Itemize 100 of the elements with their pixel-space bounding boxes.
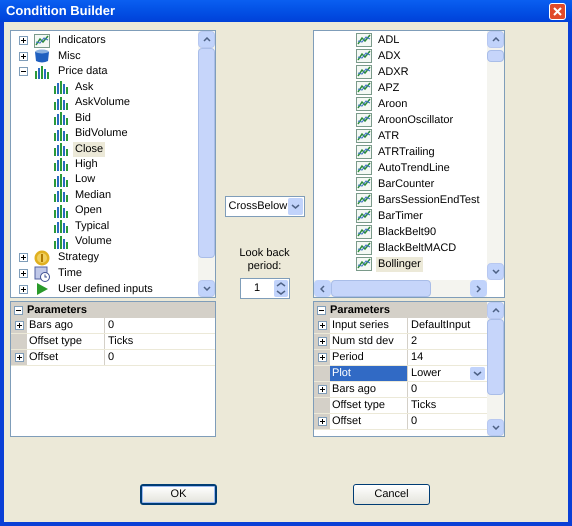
- property-name[interactable]: Offset type: [330, 398, 408, 413]
- scroll-down-button[interactable]: [198, 280, 215, 297]
- property-name[interactable]: Offset: [330, 414, 408, 429]
- expand-toggle[interactable]: [19, 52, 28, 61]
- line-chart-icon: [356, 33, 372, 47]
- vertical-scrollbar[interactable]: [487, 302, 504, 436]
- property-name[interactable]: Bars ago: [330, 382, 408, 397]
- scroll-right-button[interactable]: [470, 280, 487, 297]
- property-name[interactable]: Period: [330, 350, 408, 365]
- tree-item[interactable]: Time: [56, 266, 84, 282]
- list-item[interactable]: ADX: [376, 48, 403, 64]
- horizontal-scrollbar[interactable]: [314, 280, 487, 297]
- tree-item[interactable]: AskVolume: [73, 95, 132, 110]
- vertical-scrollbar[interactable]: [198, 31, 215, 297]
- list-item[interactable]: APZ: [376, 80, 402, 96]
- property-name[interactable]: Num std dev: [330, 334, 408, 349]
- list-item[interactable]: ATRTrailing: [376, 144, 437, 160]
- list-item[interactable]: BlackBelt90: [376, 224, 438, 240]
- property-name[interactable]: Bars ago: [27, 318, 105, 333]
- property-value[interactable]: DefaultInput: [411, 318, 485, 333]
- list-item[interactable]: Bollinger: [376, 256, 423, 272]
- expand-toggle[interactable]: [19, 253, 28, 262]
- collapse-toggle[interactable]: [19, 67, 28, 76]
- property-value[interactable]: 0: [108, 318, 213, 333]
- close-button[interactable]: [549, 2, 566, 20]
- property-name[interactable]: Input series: [330, 318, 408, 333]
- tree-item[interactable]: Indicators: [56, 33, 108, 48]
- chevron-left-icon: [320, 284, 325, 292]
- scroll-thumb[interactable]: [487, 50, 504, 62]
- tree-item[interactable]: Volume: [73, 234, 114, 250]
- property-value[interactable]: Ticks: [108, 334, 213, 349]
- property-value[interactable]: 0: [411, 382, 485, 397]
- expand-toggle[interactable]: [318, 353, 326, 362]
- bucket-icon: [34, 49, 50, 64]
- tree-item[interactable]: Ask: [73, 80, 96, 95]
- tree-item[interactable]: High: [73, 156, 100, 172]
- list-item[interactable]: AroonOscillator: [376, 112, 456, 128]
- tree-item[interactable]: Bid: [73, 110, 93, 126]
- property-value[interactable]: 0: [108, 350, 213, 365]
- expand-toggle[interactable]: [19, 269, 28, 278]
- expand-toggle[interactable]: [318, 385, 326, 394]
- lookback-spinner[interactable]: 1: [240, 278, 290, 299]
- scroll-left-button[interactable]: [314, 280, 331, 297]
- property-name[interactable]: Offset type: [27, 334, 105, 349]
- scroll-thumb[interactable]: [487, 319, 504, 395]
- list-item[interactable]: ATR: [376, 128, 402, 144]
- bar-chart-icon: [53, 142, 69, 156]
- property-value[interactable]: Ticks: [411, 398, 485, 413]
- expand-toggle[interactable]: [14, 321, 24, 330]
- expand-toggle[interactable]: [318, 321, 326, 330]
- expand-toggle[interactable]: [19, 36, 28, 46]
- list-item[interactable]: Aroon: [376, 96, 410, 112]
- bar-chart-icon: [53, 126, 69, 141]
- section-header: Parameters: [330, 302, 390, 318]
- line-chart-icon: [356, 209, 372, 223]
- tree-item[interactable]: Strategy: [56, 250, 101, 266]
- list-item[interactable]: BarCounter: [376, 176, 436, 192]
- expand-toggle[interactable]: [14, 353, 24, 362]
- property-value[interactable]: 0: [411, 414, 485, 429]
- list-item[interactable]: ADL: [376, 32, 402, 48]
- ok-button[interactable]: OK: [140, 484, 217, 505]
- tree-item[interactable]: Price data: [56, 64, 110, 80]
- scroll-down-button[interactable]: [487, 419, 504, 436]
- chevron-up-icon: [202, 37, 210, 42]
- list-item[interactable]: ADXR: [376, 64, 411, 80]
- expand-toggle[interactable]: [19, 284, 28, 294]
- tree-item[interactable]: BidVolume: [73, 126, 130, 142]
- property-value[interactable]: 2: [411, 334, 485, 349]
- operator-dropdown[interactable]: CrossBelow: [224, 196, 304, 217]
- tree-item[interactable]: Typical: [73, 218, 112, 234]
- property-name[interactable]: Offset: [27, 350, 105, 365]
- bar-chart-icon: [53, 172, 69, 187]
- collapse-toggle[interactable]: [317, 306, 326, 314]
- list-item[interactable]: BlackBeltMACD: [376, 240, 458, 256]
- scroll-up-button[interactable]: [198, 31, 215, 48]
- dropdown-arrow-button[interactable]: [470, 367, 485, 380]
- list-item[interactable]: BarsSessionEndTest: [376, 192, 482, 208]
- close-icon: [553, 6, 562, 16]
- cancel-button[interactable]: Cancel: [353, 484, 430, 505]
- list-item[interactable]: AutoTrendLine: [376, 160, 452, 176]
- property-name[interactable]: Plot: [330, 366, 408, 381]
- chevron-right-icon: [476, 284, 481, 292]
- collapse-toggle[interactable]: [14, 306, 23, 314]
- tree-item[interactable]: Close: [73, 142, 106, 157]
- tree-item[interactable]: Low: [73, 172, 98, 188]
- scroll-down-button[interactable]: [487, 263, 504, 280]
- tree-item[interactable]: Open: [73, 203, 104, 218]
- property-value[interactable]: 14: [411, 350, 485, 365]
- scroll-up-button[interactable]: [487, 302, 504, 319]
- property-value[interactable]: Lower: [411, 366, 470, 381]
- scroll-up-button[interactable]: [487, 31, 504, 48]
- scroll-thumb[interactable]: [331, 280, 431, 297]
- tree-item[interactable]: User defined inputs: [56, 282, 155, 297]
- tree-item[interactable]: Median: [73, 188, 114, 203]
- expand-toggle[interactable]: [318, 417, 326, 426]
- expand-toggle[interactable]: [318, 337, 326, 346]
- vertical-scrollbar[interactable]: [487, 31, 504, 280]
- list-item[interactable]: BarTimer: [376, 208, 425, 224]
- tree-item[interactable]: Misc: [56, 48, 83, 64]
- scroll-thumb[interactable]: [198, 48, 215, 258]
